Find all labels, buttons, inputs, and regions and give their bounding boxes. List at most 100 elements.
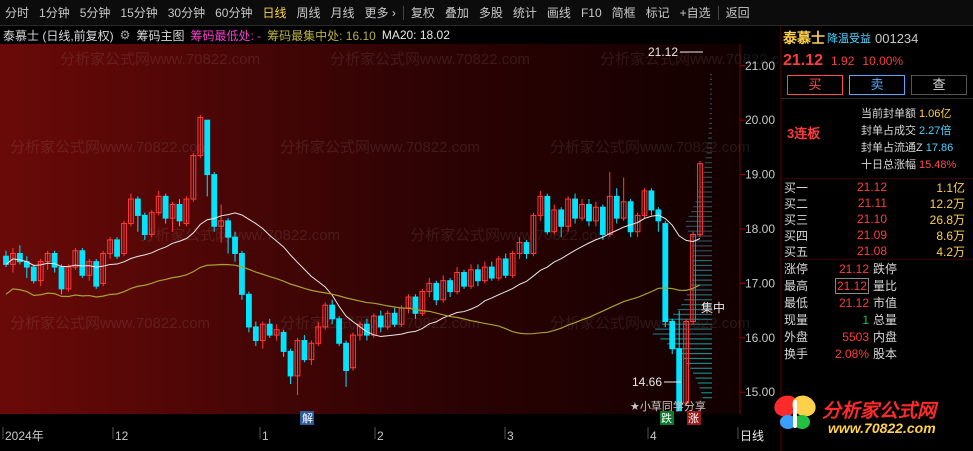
toolbar-item[interactable]: 30分钟 [163, 0, 210, 26]
stock-code: 001234 [875, 30, 919, 46]
ob-price: 21.09 [856, 228, 887, 242]
sell-button[interactable]: 卖 [849, 75, 905, 95]
chip-bar [690, 367, 712, 369]
toolbar-item[interactable]: 多股 [474, 0, 508, 26]
seal-value: 15.48% [919, 159, 957, 171]
toolbar-item[interactable]: 更多 › [360, 0, 401, 26]
candle-down [412, 296, 419, 314]
seal-value: 17.86 [925, 142, 954, 154]
stat-value-text: 5503 [842, 329, 869, 344]
chip-bar [693, 264, 712, 267]
candle-down [266, 323, 273, 336]
chip-bar [702, 397, 712, 399]
kline-chart[interactable]: 分析家公式网www.70822.com 分析家公式网www.70822.com 分析… [0, 44, 780, 451]
stat-value: 21.12 [811, 277, 869, 294]
candle-down [475, 269, 481, 282]
seal-value: 1.06亿 [919, 108, 952, 120]
concentration-label: 集中 [701, 300, 725, 315]
query-button[interactable]: 查 [911, 75, 967, 95]
toolbar-item[interactable]: 5分钟 [75, 0, 116, 26]
stat-key: 最低 [784, 296, 809, 310]
chip-bar [682, 357, 712, 360]
chip-bar [686, 362, 712, 364]
candle-down [134, 198, 141, 216]
toolbar-item[interactable]: 画线 [542, 0, 576, 26]
toolbar-item[interactable]: 15分钟 [115, 0, 162, 26]
toolbar-item[interactable]: 日线 [257, 0, 291, 26]
jie-label: 解 [302, 411, 313, 425]
toolbar-item[interactable]: 60分钟 [210, 0, 257, 26]
consecutive-limit-label: 3连板 [787, 126, 821, 141]
orderbook-row[interactable]: 买一 21.12 1.1亿 [781, 179, 973, 195]
toolbar-item[interactable]: 1分钟 [34, 0, 75, 26]
candle-down [461, 272, 467, 287]
candle-down [246, 293, 252, 328]
ob-volume: 1.1亿 [936, 180, 965, 195]
y-tick-label: 17.00 [745, 276, 775, 290]
annotation-low: 14.66 [632, 375, 662, 389]
toolbar-item[interactable]: F10 [576, 0, 607, 26]
chip-bar [699, 387, 712, 389]
candle-down [572, 198, 578, 219]
orderbook-row[interactable]: 买三 21.10 26.8万 [781, 211, 973, 227]
chip-bar [705, 162, 712, 164]
seal-row: 十日总涨幅 15.48% [861, 156, 956, 172]
stat-row: 外盘 5503 内盘 [781, 328, 973, 345]
ob-price: 21.08 [856, 244, 887, 258]
ob-level: 买一 [784, 180, 809, 195]
candle-down [586, 204, 592, 222]
candle-down [363, 323, 370, 336]
orderbook-row[interactable]: 买二 21.11 12.2万 [781, 195, 973, 211]
x-label: 日线 [740, 429, 764, 443]
stat-key2: 跌停 [873, 262, 898, 276]
x-label: 4 [650, 429, 657, 443]
chip-bar [702, 176, 712, 178]
orderbook-row[interactable]: 买四 21.09 8.6万 [781, 227, 973, 243]
chip-bar [691, 210, 712, 213]
chip-bar [709, 117, 712, 120]
stat-row: 现量 1 总量 [781, 311, 973, 328]
toolbar-item[interactable]: 分时 [0, 0, 34, 26]
stat-value-text: 21.12 [834, 277, 869, 294]
stat-row: 最低 21.12 市值 [781, 294, 973, 311]
stat-value: 21.12 [811, 296, 869, 310]
ob-level: 买五 [784, 244, 809, 259]
seal-key: 十日总涨幅 [861, 159, 916, 171]
stat-key: 外盘 [784, 330, 809, 344]
toolbar-item[interactable]: 简框 [607, 0, 641, 26]
ob-price: 21.12 [856, 180, 887, 194]
toolbar-item[interactable]: 统计 [508, 0, 542, 26]
candle-down [114, 239, 120, 257]
stat-key2: 股本 [873, 347, 898, 361]
buy-button[interactable]: 买 [787, 75, 843, 95]
gear-icon[interactable]: ⚙ [120, 28, 131, 42]
chip-bar [706, 152, 712, 154]
toolbar-item[interactable]: 周线 [291, 0, 325, 26]
toolbar-item[interactable]: 复权 [406, 0, 440, 26]
stat-value: 21.12 [811, 262, 869, 276]
toolbar-item[interactable]: 月线 [326, 0, 360, 26]
candle-down [662, 223, 669, 322]
indicator-name[interactable]: 筹码主图 [136, 27, 184, 44]
chip-bar [685, 225, 712, 227]
stat-key2: 内盘 [873, 330, 898, 344]
stat-row: 涨停 21.12 跌停 [781, 260, 973, 277]
stat-value-text: 21.12 [838, 295, 869, 310]
x-labels: 2024年 12 1 2 3 4 日线 [2, 427, 764, 443]
orderbook-row[interactable]: 买五 21.08 4.2万 [781, 243, 973, 259]
toolbar-item[interactable]: 返回 [721, 0, 755, 26]
stock-name: 泰慕士 [783, 30, 825, 46]
x-label: 2 [377, 429, 384, 443]
toolbar-item[interactable]: 标记 [641, 0, 675, 26]
chip-bar [708, 137, 712, 139]
candle-down [280, 331, 287, 352]
toolbar-item[interactable]: 叠加 [440, 0, 474, 26]
ob-level: 买四 [784, 228, 809, 243]
chip-bar [699, 186, 712, 188]
toolbar-item[interactable]: +自选 [675, 0, 716, 26]
ob-volume: 8.6万 [936, 228, 965, 243]
ma20-label: MA20: 18.02 [381, 28, 450, 42]
candle-down [204, 119, 211, 176]
zhang-label: 涨 [688, 412, 699, 425]
logo-text: 分析家公式网 [822, 400, 937, 422]
